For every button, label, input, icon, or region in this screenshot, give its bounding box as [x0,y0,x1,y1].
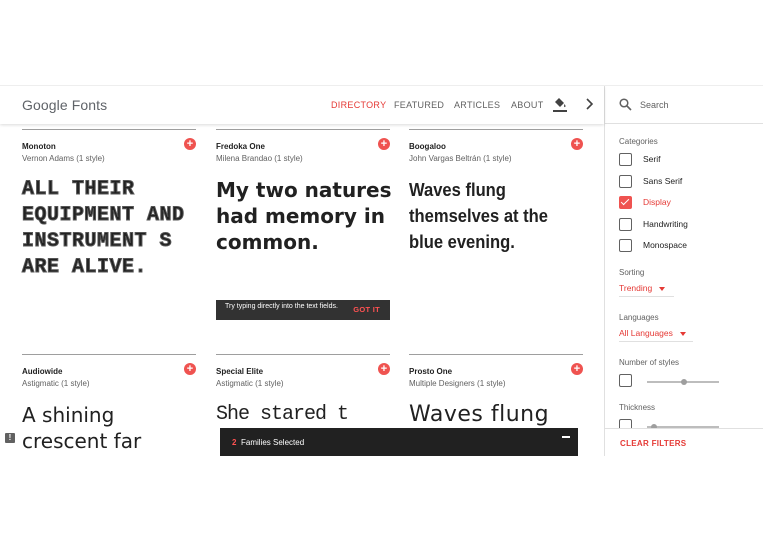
clear-filters-button[interactable]: CLEAR FILTERS [620,439,686,448]
card-divider [409,354,583,355]
nav-about[interactable]: ABOUT [511,100,544,110]
card-divider [22,354,196,355]
font-designer: John Vargas Beltrán (1 style) [409,154,512,163]
styles-slider-handle[interactable] [681,379,687,385]
checkbox-checked[interactable] [619,196,632,209]
checkbox[interactable] [619,239,632,252]
sample-text[interactable]: She stared t [216,402,392,428]
sample-text[interactable]: My two natures had memory in common. [216,177,392,255]
typing-tip-tooltip: Try typing directly into the text fields… [216,300,390,320]
thickness-heading: Thickness [619,403,656,412]
languages-value: All Languages [619,328,673,338]
font-card-grid: Monoton Vernon Adams (1 style) + ALL THE… [0,124,604,456]
category-label: Serif [643,154,661,164]
add-font-button[interactable]: + [184,138,196,150]
font-designer: Astigmatic (1 style) [22,379,90,388]
font-name: Audiowide [22,367,63,376]
add-font-button[interactable]: + [571,363,583,375]
tooltip-text: Try typing directly into the text fields… [225,303,338,310]
font-name: Special Elite [216,367,264,376]
plus-icon: + [186,138,194,150]
plus-icon: + [186,363,194,375]
chevron-right-icon[interactable] [584,97,594,111]
checkbox[interactable] [619,374,632,387]
plus-icon: + [380,363,388,375]
add-font-button[interactable]: + [184,363,196,375]
card-divider [216,129,390,130]
category-label: Display [643,197,671,207]
search-bar [605,86,763,124]
category-label: Monospace [643,240,687,250]
add-font-button[interactable]: + [378,363,390,375]
nav-directory[interactable]: DIRECTORY [331,100,386,110]
search-icon [619,98,632,111]
category-label: Sans Serif [643,176,683,186]
sorting-heading: Sorting [619,268,645,277]
font-designer: Vernon Adams (1 style) [22,154,105,163]
checkbox[interactable] [619,218,632,231]
nav-featured[interactable]: FEATURED [394,100,444,110]
add-font-button[interactable]: + [378,138,390,150]
checkbox[interactable] [619,175,632,188]
styles-heading: Number of styles [619,358,680,367]
sidebar-footer: CLEAR FILTERS [605,428,763,456]
card-divider [22,129,196,130]
search-input[interactable] [640,98,740,112]
font-name: Prosto One [409,367,453,376]
sorting-select[interactable]: Trending [619,283,666,293]
sample-text[interactable]: Waves flung themselves at the blue eveni… [409,177,571,255]
got-it-button[interactable]: GOT IT [353,306,380,314]
paint-bucket-icon[interactable] [553,96,567,112]
plus-icon: + [573,363,581,375]
font-designer: Astigmatic (1 style) [216,379,284,388]
languages-select[interactable]: All Languages [619,328,686,338]
languages-heading: Languages [619,313,659,322]
google-fonts-app: Google Fonts DIRECTORY FEATURED ARTICLES… [0,85,763,456]
sample-text[interactable]: A shining crescent far [22,402,198,454]
plus-icon: + [380,138,388,150]
select-underline [619,296,674,297]
checkbox[interactable] [619,153,632,166]
card-divider [216,354,390,355]
font-name: Boogaloo [409,142,446,151]
plus-icon: + [573,138,581,150]
category-label: Handwriting [643,219,688,229]
font-designer: Multiple Designers (1 style) [409,379,506,388]
selected-count: 2 [232,438,237,447]
font-name: Monoton [22,142,56,151]
font-name: Fredoka One [216,142,265,151]
sorting-value: Trending [619,283,653,293]
sample-text[interactable]: Waves flung [409,402,585,428]
minimize-icon[interactable] [562,436,570,438]
filter-sidebar: Categories Serif Sans Serif Display Hand… [604,86,763,456]
add-font-button[interactable]: + [571,138,583,150]
categories-heading: Categories [619,137,658,146]
select-underline [619,341,693,342]
font-designer: Milena Brandao (1 style) [216,154,303,163]
card-divider [409,129,583,130]
top-app-bar: Google Fonts DIRECTORY FEATURED ARTICLES… [0,86,604,124]
selected-label: Families Selected [241,438,305,447]
nav-articles[interactable]: ARTICLES [454,100,500,110]
dropdown-caret-icon [679,331,686,336]
google-fonts-logo[interactable]: Google Fonts [22,97,107,113]
selection-drawer[interactable]: 2 Families Selected [220,428,578,456]
feedback-icon[interactable]: ! [5,433,15,443]
dropdown-caret-icon [659,286,666,291]
sample-text[interactable]: ALL THEIR EQUIPMENT AND INSTRUMENT S ARE… [22,177,198,281]
